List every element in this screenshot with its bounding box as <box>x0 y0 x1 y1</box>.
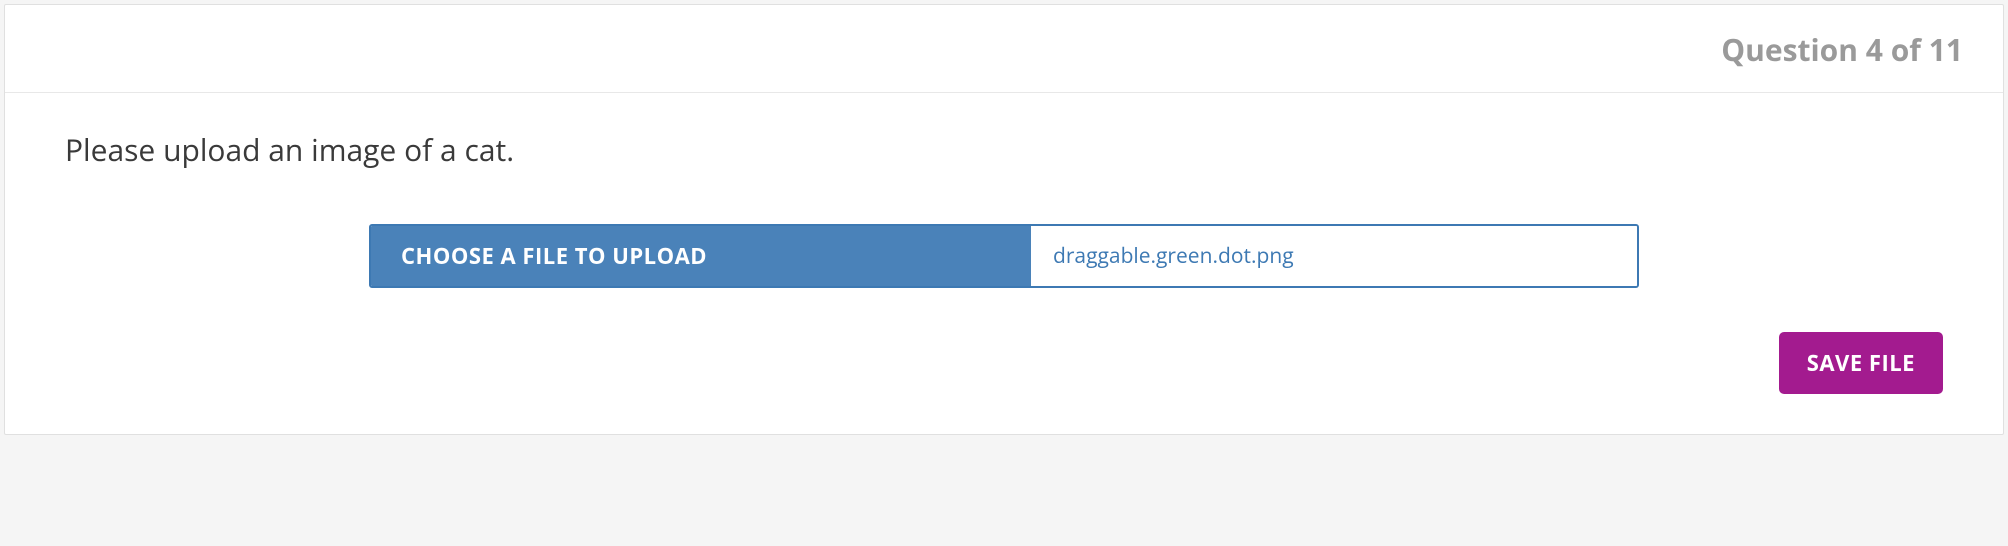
card-body: Please upload an image of a cat. CHOOSE … <box>5 93 2003 434</box>
file-upload-row: CHOOSE A FILE TO UPLOAD <box>369 224 1639 288</box>
card-footer: SAVE FILE <box>65 332 1943 394</box>
question-card: Question 4 of 11 Please upload an image … <box>4 4 2004 435</box>
question-counter: Question 4 of 11 <box>1721 29 1963 70</box>
filename-input[interactable] <box>1031 226 1637 286</box>
card-header: Question 4 of 11 <box>5 5 2003 93</box>
question-prompt: Please upload an image of a cat. <box>65 129 1943 170</box>
save-file-button[interactable]: SAVE FILE <box>1779 332 1943 394</box>
choose-file-button[interactable]: CHOOSE A FILE TO UPLOAD <box>371 226 1031 286</box>
